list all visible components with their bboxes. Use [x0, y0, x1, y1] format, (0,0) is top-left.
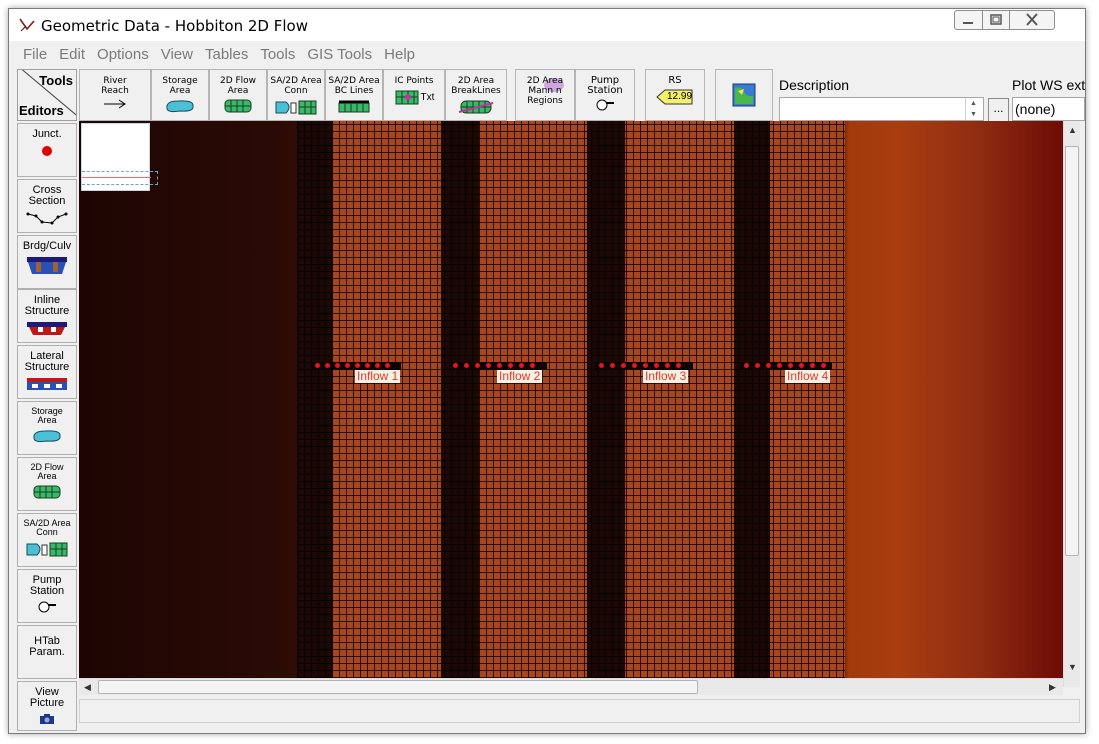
rs-tag-icon: 12.99 [656, 89, 694, 105]
editor-storage-area-button[interactable]: Storage Area [17, 401, 77, 455]
menu-gis-tools[interactable]: GIS Tools [301, 46, 378, 66]
storage-area-tool-button[interactable]: Storage Area [151, 69, 209, 121]
ic-points-icon [394, 89, 420, 105]
mann-regions-tool-button[interactable]: 2D Area Mann n Regions [515, 69, 575, 121]
bc-lines-icon [336, 99, 372, 113]
maximize-button[interactable] [982, 10, 1009, 30]
geometry-map-canvas[interactable]: Inflow 1 Inflow 2 Inflow 3 Inflow 4 [79, 121, 1063, 678]
menu-edit[interactable]: Edit [53, 46, 91, 66]
editor-bridge-culvert-button[interactable]: Brdg/Culv [17, 235, 77, 289]
inflow-label[interactable]: Inflow 2 [497, 370, 542, 383]
2d-flow-area-icon [222, 99, 254, 113]
tools-editors-corner: Tools Editors [17, 69, 77, 121]
scroll-up-arrow-icon[interactable]: ▲ [1068, 125, 1077, 135]
editor-2d-flow-area-button[interactable]: 2D Flow Area [17, 457, 77, 511]
menu-bar: File Edit Options View Tables Tools GIS … [17, 46, 421, 66]
geometric-data-window: Geometric Data - Hobbiton 2D Flow File E… [8, 8, 1086, 734]
overview-window[interactable] [81, 123, 150, 191]
inline-structure-icon [26, 321, 68, 337]
camera-icon [39, 713, 55, 725]
river-reach-button[interactable]: River Reach [79, 69, 151, 121]
plot-ws-extents-label: Plot WS extents [1012, 77, 1085, 93]
toolbar: Tools Editors River Reach Storage Area 2… [17, 69, 1085, 121]
title-bar: Geometric Data - Hobbiton 2D Flow [9, 9, 1085, 41]
editors-panel: Junct. Cross Section Brdg/Culv Inline St… [17, 123, 77, 731]
restore-icon [983, 11, 1008, 29]
menu-file[interactable]: File [17, 46, 53, 66]
close-icon [1010, 11, 1054, 29]
pump-station-tool-button[interactable]: Pump Station [575, 69, 635, 121]
inflow-label[interactable]: Inflow 4 [785, 370, 830, 383]
description-spinner[interactable]: ▲▼ [965, 98, 981, 120]
minimize-icon [955, 11, 981, 29]
editor-inline-structure-button[interactable]: Inline Structure [17, 289, 77, 343]
sa-2d-conn-icon [274, 99, 318, 115]
ic-points-tool-button[interactable]: IC Points Txt [383, 69, 445, 121]
2d-flow-area-tool-button[interactable]: 2D Flow Area [209, 69, 267, 121]
2d-computational-mesh [297, 121, 845, 678]
tools-label: Tools [39, 73, 73, 88]
menu-help[interactable]: Help [378, 46, 421, 66]
app-logo-icon [18, 17, 36, 35]
horizontal-scrollbar[interactable]: ◀ ▶ [79, 678, 1063, 695]
lateral-structure-icon [26, 377, 68, 391]
editor-view-picture-button[interactable]: View Picture [17, 681, 77, 731]
editor-pump-station-button[interactable]: Pump Station [17, 569, 77, 623]
horizontal-scroll-thumb[interactable] [98, 680, 698, 694]
rs-tool-button[interactable]: RS 12.99 [645, 69, 705, 121]
bc-lines-tool-button[interactable]: SA/2D Area BC Lines [325, 69, 383, 121]
map-icon [732, 83, 756, 107]
vertical-scrollbar[interactable]: ▲ ▼ [1063, 121, 1080, 687]
close-button[interactable] [1009, 10, 1055, 30]
pump-station-icon [594, 99, 616, 111]
menu-tables[interactable]: Tables [199, 46, 254, 66]
scroll-left-arrow-icon[interactable]: ◀ [84, 682, 91, 693]
map-layers-button[interactable] [715, 69, 773, 121]
storage-area-icon [164, 99, 196, 113]
vertical-scroll-thumb[interactable] [1065, 146, 1079, 556]
storage-area-icon [31, 429, 63, 443]
editor-cross-section-button[interactable]: Cross Section [17, 179, 77, 233]
river-reach-arrow-icon [100, 99, 130, 109]
breaklines-icon [457, 99, 495, 115]
window-title: Geometric Data - Hobbiton 2D Flow [41, 17, 308, 35]
breaklines-tool-button[interactable]: 2D Area BreakLines [445, 69, 507, 121]
editor-lateral-structure-button[interactable]: Lateral Structure [17, 345, 77, 399]
menu-options[interactable]: Options [91, 46, 155, 66]
pump-station-icon [36, 601, 58, 613]
editors-label: Editors [19, 103, 64, 118]
junction-dot-icon [40, 144, 54, 158]
ic-points-icon-text: Txt [421, 92, 435, 103]
status-bar [79, 699, 1080, 723]
cross-section-icon [26, 211, 68, 225]
editor-sa-2d-conn-button[interactable]: SA/2D Area Conn [17, 513, 77, 567]
scroll-right-arrow-icon[interactable]: ▶ [1049, 682, 1056, 693]
plot-ws-extents-select[interactable]: (none) [1012, 97, 1085, 121]
sa-2d-conn-tool-button[interactable]: SA/2D Area Conn [267, 69, 325, 121]
inflow-label[interactable]: Inflow 1 [355, 370, 400, 383]
description-edit-button[interactable]: ... [988, 98, 1009, 122]
bridge-culvert-icon [26, 256, 68, 276]
minimize-button[interactable] [954, 10, 982, 30]
menu-view[interactable]: View [155, 46, 199, 66]
sa-2d-conn-icon [25, 541, 69, 557]
2d-flow-area-icon [31, 485, 63, 499]
inflow-label[interactable]: Inflow 3 [643, 370, 688, 383]
editor-junction-button[interactable]: Junct. [17, 123, 77, 177]
menu-tools[interactable]: Tools [254, 46, 301, 66]
description-input[interactable] [779, 97, 984, 121]
editor-htab-param-button[interactable]: HTab Param. [17, 625, 77, 679]
scroll-down-arrow-icon[interactable]: ▼ [1068, 662, 1077, 672]
description-label: Description [779, 77, 849, 93]
